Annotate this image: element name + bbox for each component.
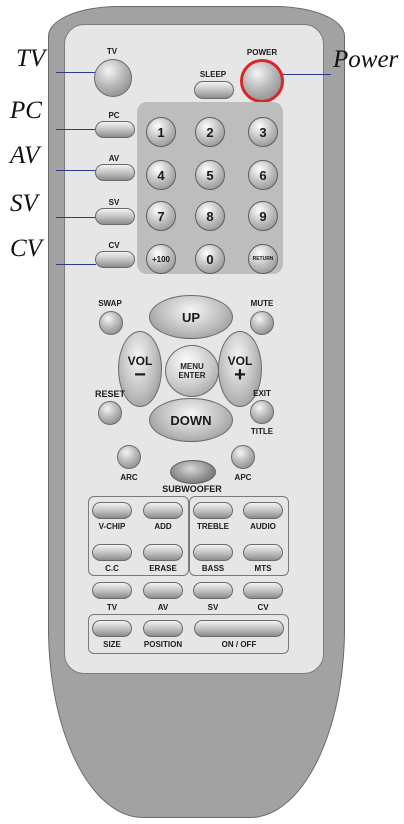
callout-sv: SV bbox=[10, 190, 38, 217]
exit-button[interactable] bbox=[250, 400, 274, 424]
return-button[interactable]: RETURN bbox=[248, 244, 278, 274]
cc-button[interactable] bbox=[92, 544, 132, 561]
digit-3-button[interactable]: 3 bbox=[248, 117, 278, 147]
leader-line-cv bbox=[56, 264, 96, 265]
menu-label: MENU bbox=[180, 361, 204, 371]
digit-5-button[interactable]: 5 bbox=[195, 160, 225, 190]
reset-button[interactable] bbox=[98, 401, 122, 425]
treble-button[interactable] bbox=[193, 502, 233, 519]
pc-button[interactable] bbox=[95, 121, 135, 138]
bass-key-label: BASS bbox=[201, 564, 225, 573]
power-button[interactable] bbox=[240, 59, 284, 103]
leader-line-pc bbox=[56, 129, 96, 130]
source-av-button[interactable] bbox=[143, 582, 183, 599]
title-key-label: TITLE bbox=[250, 427, 274, 436]
source-av-label: AV bbox=[157, 603, 169, 612]
tv-key-label: TV bbox=[106, 47, 118, 56]
leader-line-av bbox=[56, 170, 96, 171]
digit-2-button[interactable]: 2 bbox=[195, 117, 225, 147]
digit-4-button[interactable]: 4 bbox=[146, 160, 176, 190]
source-cv-button[interactable] bbox=[243, 582, 283, 599]
swap-button[interactable] bbox=[99, 311, 123, 335]
source-sv-label: SV bbox=[207, 603, 219, 612]
source-sv-button[interactable] bbox=[193, 582, 233, 599]
sv-key-label: SV bbox=[108, 198, 120, 207]
size-button[interactable] bbox=[92, 620, 132, 637]
tv-button[interactable] bbox=[94, 59, 132, 97]
subwoofer-key-label: SUBWOOFER bbox=[162, 484, 222, 494]
cv-button[interactable] bbox=[95, 251, 135, 268]
cc-key-label: C.C bbox=[105, 564, 119, 573]
on-off-button[interactable] bbox=[194, 620, 284, 637]
plus-icon: + bbox=[234, 364, 246, 386]
exit-key-label: EXIT bbox=[253, 389, 271, 398]
arc-key-label: ARC bbox=[120, 473, 138, 482]
leader-line-tv bbox=[56, 72, 96, 73]
digit-9-button[interactable]: 9 bbox=[248, 201, 278, 231]
vchip-key-label: V-CHIP bbox=[98, 522, 126, 531]
power-key-label: POWER bbox=[246, 48, 278, 57]
size-key-label: SIZE bbox=[103, 640, 121, 649]
mute-key-label: MUTE bbox=[250, 299, 274, 308]
digit-6-button[interactable]: 6 bbox=[248, 160, 278, 190]
sleep-button[interactable] bbox=[194, 81, 234, 99]
audio-key-label: AUDIO bbox=[250, 522, 276, 531]
digit-8-button[interactable]: 8 bbox=[195, 201, 225, 231]
reset-key-label: RESET bbox=[94, 389, 126, 399]
on-off-key-label: ON / OFF bbox=[221, 640, 257, 649]
sleep-key-label: SLEEP bbox=[199, 70, 227, 79]
arc-button[interactable] bbox=[117, 445, 141, 469]
down-button[interactable]: DOWN bbox=[149, 398, 233, 442]
enter-label: ENTER bbox=[178, 371, 206, 380]
callout-cv: CV bbox=[10, 235, 42, 262]
minus-icon: − bbox=[134, 364, 146, 386]
mts-button[interactable] bbox=[243, 544, 283, 561]
add-button[interactable] bbox=[143, 502, 183, 519]
menu-enter-button[interactable]: MENU ENTER bbox=[165, 345, 219, 397]
av-key-label: AV bbox=[108, 154, 120, 163]
erase-button[interactable] bbox=[143, 544, 183, 561]
plus-100-button[interactable]: +100 bbox=[146, 244, 176, 274]
cv-key-label: CV bbox=[108, 241, 120, 250]
digit-1-button[interactable]: 1 bbox=[146, 117, 176, 147]
callout-power: Power bbox=[333, 46, 399, 73]
audio-button[interactable] bbox=[243, 502, 283, 519]
apc-key-label: APC bbox=[234, 473, 252, 482]
mute-button[interactable] bbox=[250, 311, 274, 335]
mts-key-label: MTS bbox=[254, 564, 272, 573]
vchip-button[interactable] bbox=[92, 502, 132, 519]
digit-7-button[interactable]: 7 bbox=[146, 201, 176, 231]
position-button[interactable] bbox=[143, 620, 183, 637]
pc-key-label: PC bbox=[108, 111, 120, 120]
position-key-label: POSITION bbox=[143, 640, 183, 649]
add-key-label: ADD bbox=[154, 522, 172, 531]
callout-pc: PC bbox=[10, 97, 42, 124]
source-tv-button[interactable] bbox=[92, 582, 132, 599]
callout-tv: TV bbox=[16, 45, 46, 72]
callout-av: AV bbox=[10, 142, 40, 169]
source-tv-label: TV bbox=[106, 603, 118, 612]
subwoofer-button[interactable] bbox=[170, 460, 216, 484]
treble-key-label: TREBLE bbox=[197, 522, 229, 531]
source-cv-label: CV bbox=[257, 603, 269, 612]
av-button[interactable] bbox=[95, 164, 135, 181]
up-button[interactable]: UP bbox=[149, 295, 233, 339]
sv-button[interactable] bbox=[95, 208, 135, 225]
digit-0-button[interactable]: 0 bbox=[195, 244, 225, 274]
apc-button[interactable] bbox=[231, 445, 255, 469]
erase-key-label: ERASE bbox=[149, 564, 177, 573]
leader-line-sv bbox=[56, 217, 96, 218]
bass-button[interactable] bbox=[193, 544, 233, 561]
leader-line-power bbox=[281, 74, 331, 75]
swap-key-label: SWAP bbox=[98, 299, 122, 308]
